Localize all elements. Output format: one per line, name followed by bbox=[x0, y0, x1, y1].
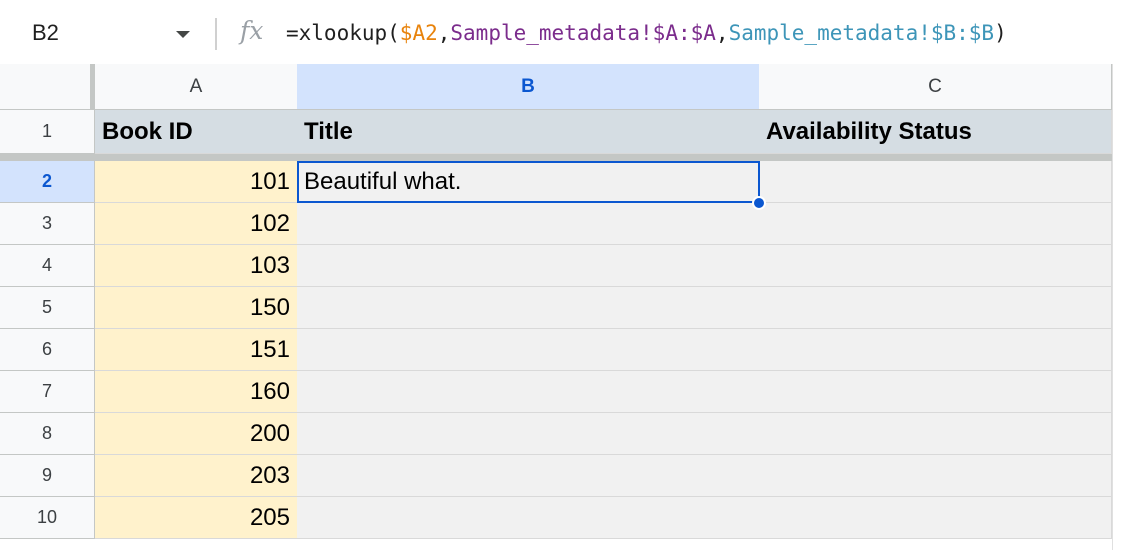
row-header-9[interactable]: 9 bbox=[0, 455, 95, 497]
formula-bar: B2 fx =xlookup($A2,Sample_metadata!$A:$A… bbox=[0, 0, 1126, 65]
cell-b5[interactable] bbox=[297, 287, 760, 329]
cell-c6[interactable] bbox=[759, 329, 1112, 371]
cell-c9[interactable] bbox=[759, 455, 1112, 497]
row-header-6[interactable]: 6 bbox=[0, 329, 95, 371]
cell-b7[interactable] bbox=[297, 371, 760, 413]
row-header-4[interactable]: 4 bbox=[0, 245, 95, 287]
cell-b8[interactable] bbox=[297, 413, 760, 455]
row-header-2[interactable]: 2 bbox=[0, 161, 95, 203]
cell-c7[interactable] bbox=[759, 371, 1112, 413]
formula-token: , bbox=[437, 21, 451, 45]
row-header-1[interactable]: 1 bbox=[0, 110, 95, 154]
formula-token: $A2 bbox=[399, 21, 438, 45]
vertical-scrollbar[interactable] bbox=[1112, 64, 1126, 550]
cell-b10[interactable] bbox=[297, 497, 760, 539]
cell-c5[interactable] bbox=[759, 287, 1112, 329]
column-header-b[interactable]: B bbox=[297, 64, 760, 110]
frozen-row-divider[interactable] bbox=[0, 154, 1112, 161]
cell-a2[interactable]: 101 bbox=[95, 161, 298, 203]
cell-b3[interactable] bbox=[297, 203, 760, 245]
active-cell-outline bbox=[297, 161, 760, 203]
column-header-a[interactable]: A bbox=[95, 64, 298, 110]
formula-input[interactable]: =xlookup($A2,Sample_metadata!$A:$A,Sampl… bbox=[286, 21, 1007, 45]
name-box-dropdown-icon[interactable] bbox=[176, 31, 190, 38]
cell-a5[interactable]: 150 bbox=[95, 287, 298, 329]
cell-a7[interactable]: 160 bbox=[95, 371, 298, 413]
column-header-c[interactable]: C bbox=[759, 64, 1112, 110]
fill-handle[interactable] bbox=[752, 196, 766, 210]
cell-a4[interactable]: 103 bbox=[95, 245, 298, 287]
formula-token: =xlookup( bbox=[286, 21, 400, 45]
cell-a8[interactable]: 200 bbox=[95, 413, 298, 455]
cell-a6[interactable]: 151 bbox=[95, 329, 298, 371]
cell-b4[interactable] bbox=[297, 245, 760, 287]
header-cell-book-id[interactable]: Book ID bbox=[95, 110, 298, 154]
formula-token: Sample_metadata!$A:$A bbox=[450, 21, 716, 45]
row-header-3[interactable]: 3 bbox=[0, 203, 95, 245]
cell-c10[interactable] bbox=[759, 497, 1112, 539]
cell-c8[interactable] bbox=[759, 413, 1112, 455]
row-header-5[interactable]: 5 bbox=[0, 287, 95, 329]
row-header-8[interactable]: 8 bbox=[0, 413, 95, 455]
select-all-corner[interactable] bbox=[0, 64, 95, 110]
header-cell-availability-status[interactable]: Availability Status bbox=[759, 110, 1112, 154]
fx-icon: fx bbox=[240, 16, 264, 45]
formula-token: Sample_metadata!$B:$B bbox=[728, 21, 995, 45]
cell-a9[interactable]: 203 bbox=[95, 455, 298, 497]
cell-a3[interactable]: 102 bbox=[95, 203, 298, 245]
cell-a10[interactable]: 205 bbox=[95, 497, 298, 539]
name-box[interactable]: B2 bbox=[32, 20, 59, 46]
row-header-7[interactable]: 7 bbox=[0, 371, 95, 413]
cell-c2[interactable] bbox=[759, 161, 1112, 203]
row-header-10[interactable]: 10 bbox=[0, 497, 95, 539]
cell-b6[interactable] bbox=[297, 329, 760, 371]
formula-token: ) bbox=[994, 21, 1007, 45]
header-cell-title[interactable]: Title bbox=[297, 110, 760, 154]
cell-c4[interactable] bbox=[759, 245, 1112, 287]
cell-c3[interactable] bbox=[759, 203, 1112, 245]
formula-token: , bbox=[715, 21, 729, 45]
cell-b9[interactable] bbox=[297, 455, 760, 497]
formula-bar-divider bbox=[215, 18, 217, 50]
